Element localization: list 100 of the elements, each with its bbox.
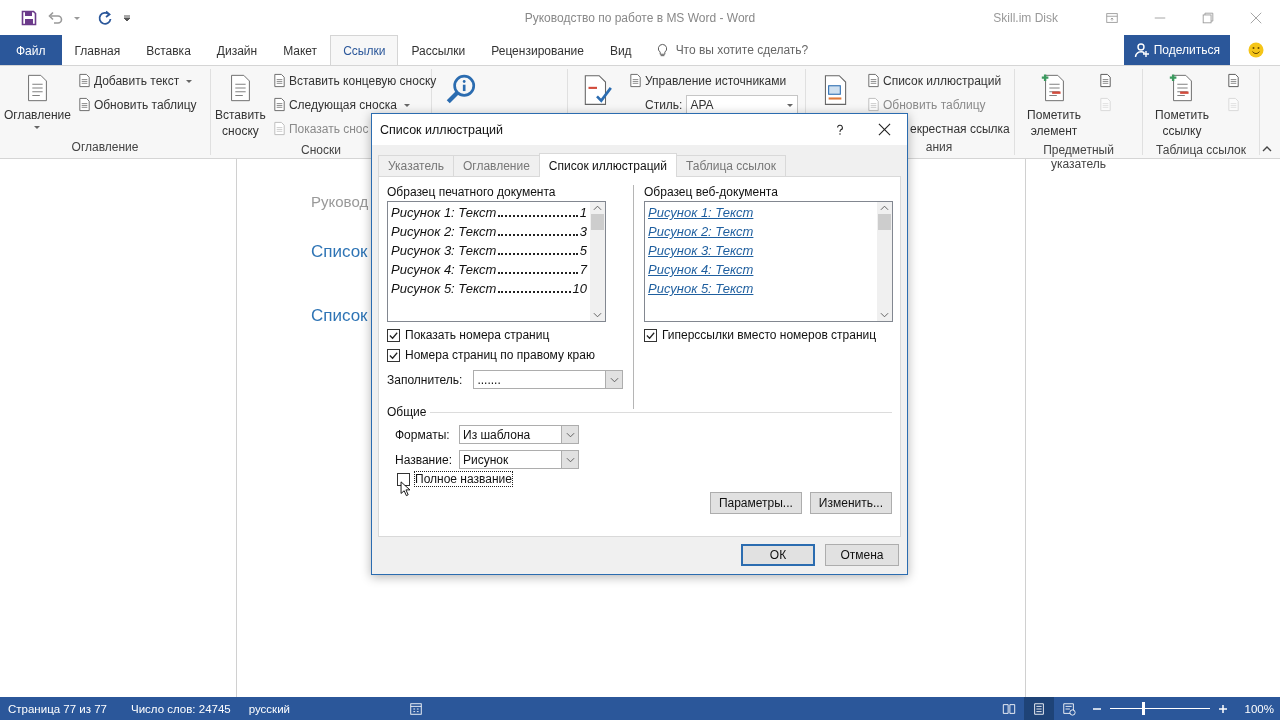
caption-dropdown[interactable]: Рисунок (459, 450, 579, 469)
ribbon-button[interactable]: Пометить ссылку (1145, 69, 1219, 143)
undo-icon[interactable] (47, 9, 63, 26)
ribbon-tab[interactable]: Главная (61, 35, 134, 65)
zoom-in-icon[interactable] (1217, 703, 1228, 714)
ok-button[interactable]: ОК (741, 544, 815, 566)
scroll-thumb[interactable] (878, 214, 891, 230)
scroll-down-icon[interactable] (593, 312, 602, 318)
ribbon-button[interactable]: Управление источниками (627, 69, 799, 92)
page-icon (76, 73, 92, 88)
window-title: Руководство по работе в MS Word - Word (524, 10, 756, 25)
dialog-tab[interactable]: Таблица ссылок (675, 155, 787, 176)
heading: Список (311, 306, 368, 326)
style-label: Стиль: (645, 97, 683, 112)
ribbon-tab[interactable]: Ссылки (330, 35, 399, 66)
checkbox[interactable] (387, 328, 400, 342)
entry-link[interactable]: Рисунок 2: Текст (648, 222, 754, 241)
ribbon-tab[interactable]: Рассылки (398, 35, 479, 65)
checkbox-label[interactable]: Полное название (415, 472, 512, 486)
ribbon-button[interactable]: Список иллюстраций (865, 69, 1011, 92)
dialog-tab[interactable]: Указатель (378, 155, 454, 176)
ribbon-button[interactable]: Обновить таблицу (75, 93, 198, 116)
scrollbar[interactable] (590, 202, 605, 321)
heading: Список (311, 242, 368, 262)
entry-text: Рисунок 3: Текст (391, 242, 497, 260)
chevron-down-icon[interactable] (565, 431, 575, 438)
ribbon-tab[interactable]: Макет (270, 35, 331, 65)
ribbon-button[interactable]: Добавить текст (75, 69, 198, 92)
ribbon-button[interactable]: Вставить концевую сноску (270, 69, 438, 92)
section-label: Образец веб-документа (644, 185, 779, 199)
dialog-button[interactable]: Изменить... (809, 492, 892, 514)
field-label: Название: (395, 452, 453, 467)
cancel-button[interactable]: Отмена (825, 544, 899, 566)
dialog-button[interactable]: Параметры... (709, 492, 802, 514)
checkbox[interactable] (387, 348, 400, 362)
group-label: Сноски (301, 143, 341, 157)
checkbox-label[interactable]: Гиперссылки вместо номеров страниц (662, 328, 877, 342)
collapse-icon[interactable] (1262, 144, 1272, 154)
view-button[interactable] (1023, 697, 1054, 720)
field-label: Форматы: (395, 427, 451, 442)
book-icon (1001, 701, 1016, 716)
file-tab[interactable]: Файл (0, 35, 62, 65)
checkbox-label[interactable]: Номера страниц по правому краю (405, 348, 595, 362)
page-icon[interactable] (1226, 73, 1241, 88)
help-icon[interactable] (836, 123, 844, 136)
ribbon-button[interactable]: Вставить сноску (213, 69, 268, 143)
scroll-up-icon[interactable] (880, 205, 889, 211)
scroll-thumb[interactable] (591, 214, 604, 230)
ribbon-button[interactable]: екрестная ссылка (909, 117, 1011, 140)
page-icon (76, 97, 92, 112)
ribbon-tab[interactable]: Рецензирование (478, 35, 597, 65)
customize-icon[interactable] (123, 13, 131, 22)
checkbox-label[interactable]: Показать номера страниц (405, 328, 550, 342)
dialog-tab[interactable]: Список иллюстраций (538, 153, 677, 177)
dialog-title: Список иллюстраций (380, 122, 503, 137)
close-icon[interactable] (878, 123, 891, 136)
person-add-icon (1133, 42, 1150, 58)
group-label: Оглавление (71, 140, 139, 154)
page-icon (271, 121, 287, 136)
macro-icon[interactable] (409, 701, 423, 716)
page-icon (271, 97, 287, 112)
scroll-down-icon[interactable] (880, 312, 889, 318)
scrollbar[interactable] (877, 202, 892, 321)
ribbon-tab[interactable]: Вид (596, 35, 645, 65)
page-count[interactable]: Страница 77 из 77 (0, 702, 116, 715)
section-label: Образец печатного документа (387, 185, 557, 199)
leader-dropdown[interactable]: ....... (473, 370, 623, 389)
word-count[interactable]: Число слов: 24745 (122, 702, 240, 715)
page-icon (271, 73, 287, 88)
web-page-icon (1061, 701, 1076, 716)
page-number: 1 (579, 204, 587, 222)
ribbon-button[interactable]: Следующая сноска (270, 93, 438, 116)
scroll-up-icon[interactable] (593, 205, 602, 211)
save-icon[interactable] (21, 9, 37, 26)
field-label: Заполнитель: (387, 372, 463, 387)
ribbon-button[interactable]: Оглавление (2, 69, 73, 135)
ribbon-tab[interactable]: Вставка (133, 35, 204, 65)
formats-dropdown[interactable]: Из шаблона (459, 425, 579, 444)
page-icon[interactable] (1098, 73, 1113, 88)
chevron-down-icon[interactable] (565, 456, 575, 463)
page-number: 5 (579, 242, 587, 260)
tell-me-field[interactable]: Что вы хотите сделать? (673, 42, 878, 58)
entry-link[interactable]: Рисунок 5: Текст (648, 279, 754, 298)
zoom-thumb[interactable] (1141, 702, 1145, 715)
chevron-down-icon[interactable] (609, 376, 619, 383)
zoom-level[interactable]: 100% (1235, 702, 1280, 715)
style-dropdown[interactable]: APA (686, 94, 799, 115)
entry-link[interactable]: Рисунок 3: Текст (648, 241, 754, 260)
entry-link[interactable]: Рисунок 1: Текст (648, 203, 754, 222)
language[interactable]: русский (239, 702, 299, 715)
page-number: 3 (579, 223, 587, 241)
ribbon-button[interactable]: Пометить элемент (1017, 69, 1091, 143)
page-header: Руковод (311, 193, 369, 210)
checkbox[interactable] (644, 328, 657, 342)
entry-link[interactable]: Рисунок 4: Текст (648, 260, 754, 279)
page-icon (628, 73, 643, 88)
redo-icon[interactable] (97, 9, 113, 26)
smiley-icon[interactable] (1248, 42, 1264, 58)
share-button[interactable]: Поделиться (1123, 35, 1230, 65)
ribbon-tab[interactable]: Дизайн (203, 35, 271, 65)
